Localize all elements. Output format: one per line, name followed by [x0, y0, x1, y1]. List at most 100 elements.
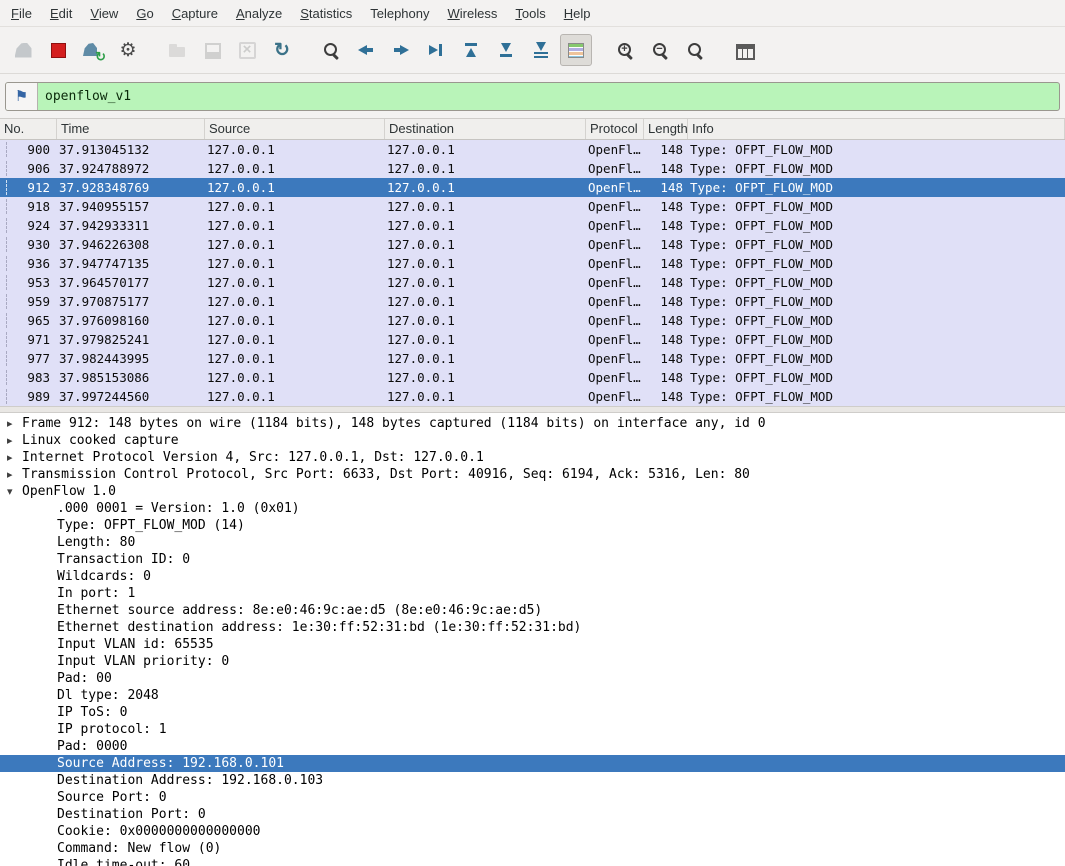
- zoom-out-button[interactable]: [644, 34, 676, 66]
- open-file-button[interactable]: [161, 34, 193, 66]
- find-packet-button[interactable]: [315, 34, 347, 66]
- detail-text: Length: 80: [57, 535, 136, 550]
- table-row[interactable]: 900 37.913045132 127.0.0.1 127.0.0.1 Ope…: [0, 140, 1065, 159]
- table-row[interactable]: 977 37.982443995 127.0.0.1 127.0.0.1 Ope…: [0, 349, 1065, 368]
- table-row[interactable]: 959 37.970875177 127.0.0.1 127.0.0.1 Ope…: [0, 292, 1065, 311]
- column-header-destination[interactable]: Destination: [385, 119, 586, 139]
- detail-field-line[interactable]: Ethernet destination address: 1e:30:ff:5…: [0, 619, 1065, 636]
- menu-wireless[interactable]: Wireless: [439, 2, 507, 25]
- capture-options-button[interactable]: [112, 34, 144, 66]
- detail-field-line[interactable]: Wildcards: 0: [0, 568, 1065, 585]
- detail-text: In port: 1: [57, 586, 136, 601]
- table-row[interactable]: 971 37.979825241 127.0.0.1 127.0.0.1 Ope…: [0, 330, 1065, 349]
- menu-tools[interactable]: Tools: [506, 2, 554, 25]
- detail-field-line[interactable]: Length: 80: [0, 534, 1065, 551]
- table-row[interactable]: 906 37.924788972 127.0.0.1 127.0.0.1 Ope…: [0, 159, 1065, 178]
- menu-go[interactable]: Go: [127, 2, 162, 25]
- table-row[interactable]: 930 37.946226308 127.0.0.1 127.0.0.1 Ope…: [0, 235, 1065, 254]
- table-row[interactable]: 924 37.942933311 127.0.0.1 127.0.0.1 Ope…: [0, 216, 1065, 235]
- column-header-source[interactable]: Source: [205, 119, 385, 139]
- detail-field-line[interactable]: Dl type: 2048: [0, 687, 1065, 704]
- save-file-button[interactable]: [196, 34, 228, 66]
- expander-icon[interactable]: ▸: [7, 432, 22, 449]
- detail-field-line[interactable]: Input VLAN priority: 0: [0, 653, 1065, 670]
- detail-field-line[interactable]: Destination Port: 0: [0, 806, 1065, 823]
- zoom-in-button[interactable]: [609, 34, 641, 66]
- detail-protocol-line[interactable]: ▸ Frame 912: 148 bytes on wire (1184 bit…: [0, 415, 1065, 432]
- table-row[interactable]: 983 37.985153086 127.0.0.1 127.0.0.1 Ope…: [0, 368, 1065, 387]
- save-file-icon: [202, 40, 222, 60]
- detail-field-line[interactable]: Cookie: 0x0000000000000000: [0, 823, 1065, 840]
- restart-capture-button[interactable]: [77, 34, 109, 66]
- display-filter-input[interactable]: [38, 82, 1059, 110]
- detail-field-line[interactable]: In port: 1: [0, 585, 1065, 602]
- zoom-reset-button[interactable]: [679, 34, 711, 66]
- detail-field-line[interactable]: Ethernet source address: 8e:e0:46:9c:ae:…: [0, 602, 1065, 619]
- colorize-button[interactable]: [560, 34, 592, 66]
- cell-time: 37.985153086: [59, 370, 150, 385]
- auto-scroll-button[interactable]: [525, 34, 557, 66]
- table-row[interactable]: 953 37.964570177 127.0.0.1 127.0.0.1 Ope…: [0, 273, 1065, 292]
- column-header-length[interactable]: Length: [644, 119, 688, 139]
- menu-view[interactable]: View: [81, 2, 127, 25]
- go-forward-button[interactable]: [385, 34, 417, 66]
- table-row[interactable]: 965 37.976098160 127.0.0.1 127.0.0.1 Ope…: [0, 311, 1065, 330]
- cell-destination: 127.0.0.1: [387, 313, 455, 328]
- go-first-packet-button[interactable]: [455, 34, 487, 66]
- expander-icon[interactable]: ▸: [7, 449, 22, 466]
- cell-length: 148: [660, 351, 683, 366]
- cell-destination: 127.0.0.1: [387, 237, 455, 252]
- menu-statistics[interactable]: Statistics: [291, 2, 361, 25]
- detail-protocol-line[interactable]: ▾ OpenFlow 1.0: [0, 483, 1065, 500]
- detail-field-line[interactable]: Input VLAN id: 65535: [0, 636, 1065, 653]
- column-header-no[interactable]: No.: [0, 119, 57, 139]
- reload-button[interactable]: [266, 34, 298, 66]
- detail-protocol-line[interactable]: ▸ Transmission Control Protocol, Src Por…: [0, 466, 1065, 483]
- cell-source: 127.0.0.1: [207, 313, 275, 328]
- menu-capture[interactable]: Capture: [163, 2, 227, 25]
- start-capture-button[interactable]: [7, 34, 39, 66]
- detail-field-line[interactable]: Pad: 0000: [0, 738, 1065, 755]
- detail-field-line[interactable]: IP ToS: 0: [0, 704, 1065, 721]
- column-header-time[interactable]: Time: [57, 119, 205, 139]
- cell-length: 148: [660, 161, 683, 176]
- detail-field-line[interactable]: Pad: 00: [0, 670, 1065, 687]
- table-row[interactable]: 918 37.940955157 127.0.0.1 127.0.0.1 Ope…: [0, 197, 1065, 216]
- menu-file[interactable]: File: [2, 2, 41, 25]
- cell-protocol: OpenFlow: [588, 294, 644, 309]
- column-header-info[interactable]: Info: [688, 119, 1065, 139]
- resize-columns-button[interactable]: [728, 34, 760, 66]
- detail-field-line[interactable]: Idle time-out: 60: [0, 857, 1065, 866]
- detail-field-line[interactable]: Transaction ID: 0: [0, 551, 1065, 568]
- menu-edit[interactable]: Edit: [41, 2, 81, 25]
- detail-field-line[interactable]: Source Address: 192.168.0.101: [0, 755, 1065, 772]
- table-row[interactable]: 912 37.928348769 127.0.0.1 127.0.0.1 Ope…: [0, 178, 1065, 197]
- go-to-packet-button[interactable]: [420, 34, 452, 66]
- go-back-button[interactable]: [350, 34, 382, 66]
- detail-protocol-line[interactable]: ▸ Linux cooked capture: [0, 432, 1065, 449]
- detail-field-line[interactable]: Destination Address: 192.168.0.103: [0, 772, 1065, 789]
- go-last-packet-button[interactable]: [490, 34, 522, 66]
- menu-analyze[interactable]: Analyze: [227, 2, 291, 25]
- cell-source: 127.0.0.1: [207, 180, 275, 195]
- cell-no: 900: [27, 142, 50, 157]
- detail-field-line[interactable]: Type: OFPT_FLOW_MOD (14): [0, 517, 1065, 534]
- detail-field-line[interactable]: .000 0001 = Version: 1.0 (0x01): [0, 500, 1065, 517]
- pane-splitter[interactable]: [0, 406, 1065, 413]
- detail-field-line[interactable]: Command: New flow (0): [0, 840, 1065, 857]
- menu-telephony[interactable]: Telephony: [361, 2, 438, 25]
- filter-bookmark-button[interactable]: [6, 82, 38, 110]
- close-file-button[interactable]: [231, 34, 263, 66]
- table-row[interactable]: 936 37.947747135 127.0.0.1 127.0.0.1 Ope…: [0, 254, 1065, 273]
- expander-icon[interactable]: ▸: [7, 466, 22, 483]
- detail-text: Input VLAN id: 65535: [57, 637, 214, 652]
- detail-field-line[interactable]: Source Port: 0: [0, 789, 1065, 806]
- stop-capture-button[interactable]: [42, 34, 74, 66]
- detail-field-line[interactable]: IP protocol: 1: [0, 721, 1065, 738]
- menu-help[interactable]: Help: [555, 2, 600, 25]
- expander-icon[interactable]: ▾: [7, 483, 22, 500]
- column-header-protocol[interactable]: Protocol: [586, 119, 644, 139]
- table-row[interactable]: 989 37.997244560 127.0.0.1 127.0.0.1 Ope…: [0, 387, 1065, 406]
- expander-icon[interactable]: ▸: [7, 415, 22, 432]
- detail-protocol-line[interactable]: ▸ Internet Protocol Version 4, Src: 127.…: [0, 449, 1065, 466]
